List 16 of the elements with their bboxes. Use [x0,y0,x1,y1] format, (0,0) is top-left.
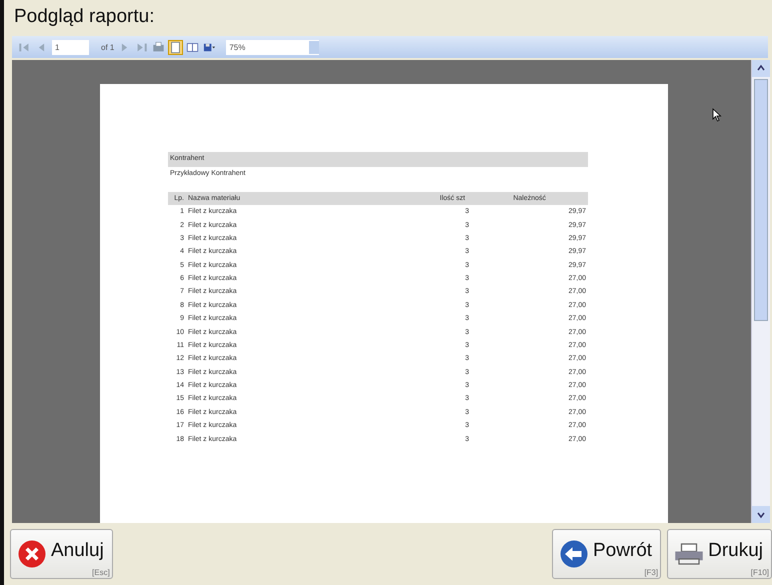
first-page-icon[interactable] [18,40,31,54]
close-icon [17,539,47,569]
scroll-up-icon[interactable] [752,60,770,77]
page-setup-icon[interactable] [186,40,200,54]
print-icon[interactable] [152,40,166,54]
page-field[interactable]: 1 [52,40,89,54]
cancel-button[interactable]: Anuluj [Esc] [10,529,113,579]
zoom-dropdown[interactable]: 75% [226,40,320,54]
window-title: Podgląd raportu: [13,5,156,29]
back-button[interactable]: Powrót [F3] [552,529,662,579]
scroll-down-icon[interactable] [752,506,770,523]
print-button[interactable]: Drukuj [F10] [667,529,772,579]
last-page-icon[interactable] [135,40,148,54]
mouse-cursor-icon [712,108,722,122]
page-count: of 1 [101,42,114,52]
page-layout-icon[interactable] [169,40,182,54]
